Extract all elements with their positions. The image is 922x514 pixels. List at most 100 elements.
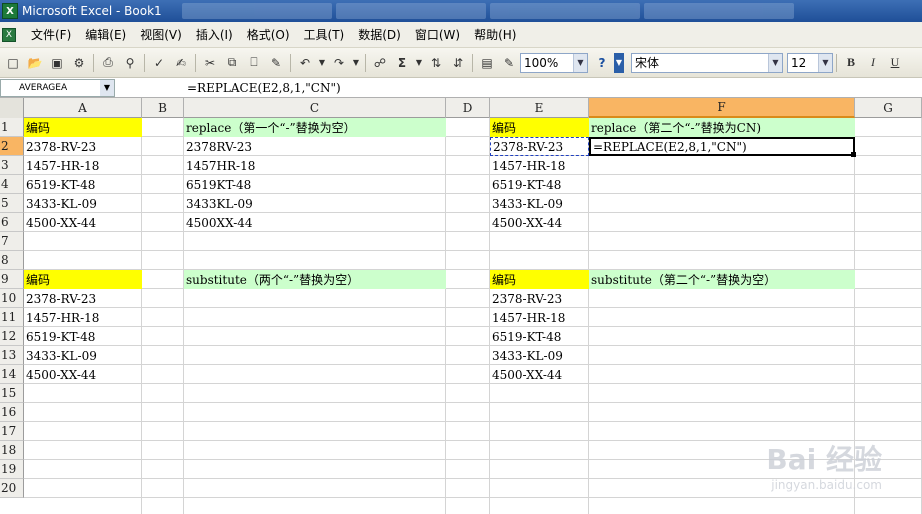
chart-wizard-icon[interactable]: ▤ — [477, 53, 497, 73]
menu-window[interactable]: 窗口(W) — [408, 24, 467, 45]
save-icon[interactable]: ▣ — [47, 53, 67, 73]
spelling-icon[interactable]: ✓ — [149, 53, 169, 73]
cell-e4[interactable]: 6519-KT-48 — [490, 175, 589, 194]
print-icon[interactable]: ⎙ — [98, 53, 118, 73]
cell-e14[interactable]: 4500-XX-44 — [490, 365, 589, 384]
cell-e6[interactable]: 4500-XX-44 — [490, 213, 589, 232]
cell-c1[interactable]: replace（第一个“-”替换为空） — [184, 118, 446, 137]
hyperlink-icon[interactable]: ☍ — [370, 53, 390, 73]
undo-icon[interactable]: ↶ — [295, 53, 315, 73]
menu-data[interactable]: 数据(D) — [351, 24, 408, 45]
formula-input[interactable]: =REPLACE(E2,8,1,"CN") — [187, 81, 341, 95]
cell-a11[interactable]: 1457-HR-18 — [24, 308, 142, 327]
toolbar-options-icon[interactable]: ▼ — [614, 52, 624, 73]
cell-c3[interactable]: 1457HR-18 — [184, 156, 446, 175]
row-header-4[interactable]: 4 — [0, 175, 24, 194]
row-header-6[interactable]: 6 — [0, 213, 24, 232]
italic-button[interactable]: I — [863, 53, 883, 73]
name-box[interactable]: AVERAGEA ▼ — [0, 78, 115, 97]
cell-e10[interactable]: 2378-RV-23 — [490, 289, 589, 308]
help-icon[interactable]: ? — [592, 53, 612, 73]
chevron-down-icon[interactable]: ▼ — [768, 53, 782, 72]
menu-format[interactable]: 格式(O) — [240, 24, 297, 45]
sort-ascending-icon[interactable]: ⇅ — [426, 53, 446, 73]
row-header-8[interactable]: 8 — [0, 251, 24, 270]
chevron-down-icon[interactable]: ▼ — [100, 79, 114, 96]
row-header-1[interactable]: 1 — [0, 118, 24, 137]
select-all-corner[interactable] — [0, 98, 24, 118]
column-header-c[interactable]: C — [184, 98, 446, 118]
row-header-10[interactable]: 10 — [0, 289, 24, 308]
row-header-15[interactable]: 15 — [0, 384, 24, 403]
permission-icon[interactable]: ⚙ — [69, 53, 89, 73]
cell-f9[interactable]: substitute（第二个“-”替换为空） — [589, 270, 855, 289]
chevron-down-icon[interactable]: ▼ — [818, 53, 832, 72]
cell-e9[interactable]: 编码 — [490, 270, 589, 289]
column-header-d[interactable]: D — [446, 98, 490, 118]
column-header-a[interactable]: A — [24, 98, 142, 118]
cell-c4[interactable]: 6519KT-48 — [184, 175, 446, 194]
row-header-14[interactable]: 14 — [0, 365, 24, 384]
taskbar-tab[interactable] — [335, 3, 486, 19]
row-header-20[interactable]: 20 — [0, 479, 24, 498]
cell-a12[interactable]: 6519-KT-48 — [24, 327, 142, 346]
cell-a5[interactable]: 3433-KL-09 — [24, 194, 142, 213]
row-header-9[interactable]: 9 — [0, 270, 24, 289]
redo-dropdown-icon[interactable]: ▼ — [351, 53, 361, 73]
drawing-icon[interactable]: ✎ — [499, 53, 519, 73]
row-header-19[interactable]: 19 — [0, 460, 24, 479]
autosum-dropdown-icon[interactable]: ▼ — [414, 53, 424, 73]
menu-insert[interactable]: 插入(I) — [189, 24, 240, 45]
row-header-16[interactable]: 16 — [0, 403, 24, 422]
new-icon[interactable]: □ — [3, 53, 23, 73]
taskbar-tab[interactable] — [643, 3, 794, 19]
taskbar-tab[interactable] — [181, 3, 332, 19]
menu-file[interactable]: 文件(F) — [24, 24, 78, 45]
open-icon[interactable]: 📂 — [25, 53, 45, 73]
print-preview-icon[interactable]: ⚲ — [120, 53, 140, 73]
zoom-combo[interactable]: 100% ▼ — [520, 52, 588, 73]
row-header-13[interactable]: 13 — [0, 346, 24, 365]
menu-view[interactable]: 视图(V) — [133, 24, 189, 45]
cell-f2[interactable]: =REPLACE(E2,8,1,"CN") — [589, 137, 855, 156]
research-icon[interactable]: ✍ — [171, 53, 191, 73]
bold-button[interactable]: B — [841, 53, 861, 73]
undo-dropdown-icon[interactable]: ▼ — [317, 53, 327, 73]
cell-a3[interactable]: 1457-HR-18 — [24, 156, 142, 175]
cell-e1[interactable]: 编码 — [490, 118, 589, 137]
taskbar-tab[interactable] — [489, 3, 640, 19]
row-header-12[interactable]: 12 — [0, 327, 24, 346]
fill-handle[interactable] — [851, 152, 856, 157]
column-header-b[interactable]: B — [142, 98, 184, 118]
menu-tools[interactable]: 工具(T) — [297, 24, 352, 45]
cell-e5[interactable]: 3433-KL-09 — [490, 194, 589, 213]
row-header-17[interactable]: 17 — [0, 422, 24, 441]
row-header-11[interactable]: 11 — [0, 308, 24, 327]
autosum-icon[interactable]: Σ — [392, 53, 412, 73]
sort-descending-icon[interactable]: ⇵ — [448, 53, 468, 73]
redo-icon[interactable]: ↷ — [329, 53, 349, 73]
cell-f1[interactable]: replace（第二个“-”替换为CN) — [589, 118, 855, 137]
cell-a13[interactable]: 3433-KL-09 — [24, 346, 142, 365]
cell-a1[interactable]: 编码 — [24, 118, 142, 137]
cell-a9[interactable]: 编码 — [24, 270, 142, 289]
cell-c5[interactable]: 3433KL-09 — [184, 194, 446, 213]
copy-icon[interactable]: ⧉ — [222, 53, 242, 73]
column-header-f[interactable]: F — [589, 98, 855, 118]
cell-e2[interactable]: 2378-RV-23 — [490, 137, 589, 156]
paste-icon[interactable]: ⎕ — [244, 53, 264, 73]
cell-e12[interactable]: 6519-KT-48 — [490, 327, 589, 346]
format-painter-icon[interactable]: ✎ — [266, 53, 286, 73]
cell-e3[interactable]: 1457-HR-18 — [490, 156, 589, 175]
cut-icon[interactable]: ✂ — [200, 53, 220, 73]
row-header-3[interactable]: 3 — [0, 156, 24, 175]
cell-a10[interactable]: 2378-RV-23 — [24, 289, 142, 308]
column-header-g[interactable]: G — [855, 98, 922, 118]
menu-edit[interactable]: 编辑(E) — [78, 24, 133, 45]
cell-c6[interactable]: 4500XX-44 — [184, 213, 446, 232]
workbook-icon[interactable]: X — [2, 27, 16, 42]
cell-e11[interactable]: 1457-HR-18 — [490, 308, 589, 327]
underline-button[interactable]: U — [885, 53, 905, 73]
cell-a14[interactable]: 4500-XX-44 — [24, 365, 142, 384]
cell-a4[interactable]: 6519-KT-48 — [24, 175, 142, 194]
